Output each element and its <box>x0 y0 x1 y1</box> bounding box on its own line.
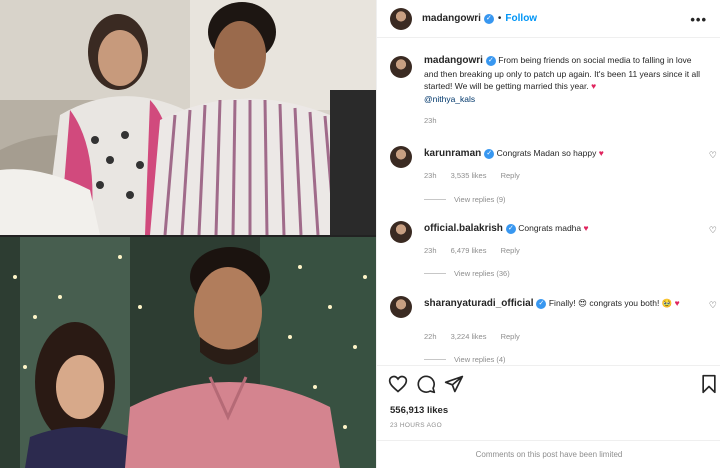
post-header: madangowri ✓ • Follow ••• <box>377 0 720 38</box>
commenter-username[interactable]: karunraman <box>424 148 481 159</box>
comment-text: Congrats Madan so happy <box>496 148 597 158</box>
recent-couple-selfie <box>0 237 376 468</box>
comments-limited-notice: Comments on this post have been limited <box>377 440 720 468</box>
replies-divider <box>424 273 446 274</box>
separator-dot: • <box>497 13 502 24</box>
caption-body: madangowri ✓ From being friends on social… <box>424 54 706 128</box>
view-replies-button[interactable]: View replies (9) <box>424 195 506 204</box>
reply-button[interactable]: Reply <box>501 246 520 255</box>
caption-avatar[interactable] <box>390 56 412 78</box>
follow-button[interactable]: Follow <box>505 13 537 24</box>
view-replies-label: View replies (9) <box>454 195 506 204</box>
comment-text: Congrats madha <box>518 223 582 233</box>
view-replies-button[interactable]: View replies (36) <box>424 269 510 278</box>
view-replies-button[interactable]: View replies (4) <box>424 355 506 364</box>
reply-button[interactable]: Reply <box>501 171 520 180</box>
heart-icon: ♥ <box>674 298 680 308</box>
verified-icon: ✓ <box>484 148 495 159</box>
likes-count[interactable]: 556,913 likes <box>390 405 448 416</box>
post-panel: madangowri ✓ • Follow ••• madangowri ✓ Fr… <box>376 0 720 468</box>
comment-likes[interactable]: 6,479 likes <box>451 246 487 255</box>
post-timestamp: 23 HOURS AGO <box>390 422 443 429</box>
reply-button[interactable]: Reply <box>501 332 520 341</box>
commenter-avatar[interactable] <box>390 146 412 168</box>
comment-meta: 23h 6,479 likes Reply <box>424 246 532 255</box>
old-couple-photo <box>0 0 376 235</box>
caption-mention[interactable]: @nithya_kals <box>424 94 475 104</box>
verified-icon: ✓ <box>505 223 516 234</box>
comment-time: 23h <box>424 171 437 180</box>
comment-time: 23h <box>424 246 437 255</box>
caption-username[interactable]: madangowri <box>424 55 483 66</box>
heart-icon: ♥ <box>583 223 589 233</box>
like-comment-icon[interactable]: ♡ <box>709 300 717 311</box>
like-comment-icon[interactable]: ♡ <box>709 225 717 236</box>
heart-icon: ♥ <box>591 81 597 91</box>
comment-meta: 23h 3,535 likes Reply <box>424 171 532 180</box>
like-heart-icon[interactable] <box>388 374 408 394</box>
comment-meta: 22h 3,224 likes Reply <box>424 332 532 341</box>
verified-icon: ✓ <box>483 13 494 24</box>
comment-time: 22h <box>424 332 437 341</box>
like-comment-icon[interactable]: ♡ <box>709 150 717 161</box>
commenter-avatar[interactable] <box>390 296 412 318</box>
author-avatar[interactable] <box>390 7 412 30</box>
verified-icon: ✓ <box>536 298 547 309</box>
comment-likes[interactable]: 3,535 likes <box>451 171 487 180</box>
replies-divider <box>424 359 446 360</box>
comment-body: karunraman ✓ Congrats Madan so happy ♥ <box>424 147 694 160</box>
comment-likes[interactable]: 3,224 likes <box>451 332 487 341</box>
comment-body: official.balakrish ✓ Congrats madha ♥ <box>424 222 694 235</box>
post-photo-collage <box>0 0 376 468</box>
caption-time: 23h <box>424 116 437 125</box>
comment-bubble-icon[interactable] <box>416 374 436 394</box>
comment-body: sharanyaturadi_official ✓ Finally! 😍 cong… <box>424 297 694 310</box>
post-actions-bar <box>377 365 720 403</box>
commenter-username[interactable]: official.balakrish <box>424 223 503 234</box>
view-replies-label: View replies (36) <box>454 269 510 278</box>
author-username[interactable]: madangowri <box>422 13 481 24</box>
view-replies-label: View replies (4) <box>454 355 506 364</box>
share-send-icon[interactable] <box>444 374 464 394</box>
heart-icon: ♥ <box>598 148 604 158</box>
commenter-username[interactable]: sharanyaturadi_official <box>424 298 533 309</box>
comment-text: Finally! 😍 congrats you both! 🥹 <box>548 298 673 308</box>
verified-icon: ✓ <box>485 55 496 66</box>
commenter-avatar[interactable] <box>390 221 412 243</box>
more-options-icon[interactable]: ••• <box>690 12 707 27</box>
replies-divider <box>424 199 446 200</box>
save-bookmark-icon[interactable] <box>699 374 719 394</box>
